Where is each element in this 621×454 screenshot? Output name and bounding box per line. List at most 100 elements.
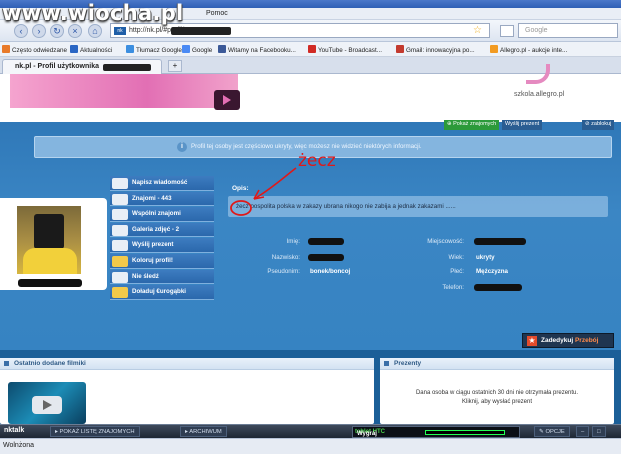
search-input[interactable]: Google <box>518 23 618 38</box>
ad-banner-link[interactable]: szkola.allegro.pl <box>514 91 564 98</box>
minimize-icon[interactable]: – <box>576 426 590 437</box>
promo-banner[interactable]: Wygraj tablet HTC <box>352 426 520 438</box>
restore-icon[interactable]: □ <box>592 426 606 437</box>
google-bookmark-icon <box>182 45 190 53</box>
field-label-phone: Telefon: <box>442 284 464 291</box>
videos-panel: Ostatnio dodane filmiki <box>0 358 374 424</box>
google-icon[interactable] <box>500 25 514 37</box>
gifts-title: Prezenty <box>394 360 422 367</box>
star-icon[interactable]: ☆ <box>473 25 482 36</box>
send-gift-label: Wyślij prezent <box>505 121 540 127</box>
new-tab-button[interactable]: + <box>168 60 182 72</box>
videos-title: Ostatnio dodane filmiki <box>14 360 86 367</box>
menu-color-profile[interactable]: Koloruj profil! <box>110 254 214 269</box>
star-burst-icon: ★ <box>527 336 537 346</box>
home-icon[interactable]: ⌂ <box>88 24 102 38</box>
field-label-gender: Płeć: <box>450 268 464 275</box>
bookmark-item[interactable]: Allegro.pl - aukcje inte... <box>490 45 567 54</box>
avatar-face-redaction <box>34 214 64 249</box>
play-icon[interactable] <box>214 90 240 110</box>
avatar-body <box>23 248 77 274</box>
menu-gallery[interactable]: Galeria zdjęć - 2 <box>110 222 214 238</box>
gifts-header: Prezenty <box>380 358 614 370</box>
stop-icon[interactable]: × <box>68 24 82 38</box>
send-gift-link-text[interactable]: Kliknij, aby wysłać prezent <box>380 399 614 405</box>
play-icon[interactable] <box>32 396 62 414</box>
bullet-icon <box>4 361 9 366</box>
bullet-icon <box>384 361 389 366</box>
tab-title-redaction <box>103 64 151 71</box>
field-label-first-name: Imię: <box>286 238 300 245</box>
archive-button[interactable]: ▸ ARCHIWUM <box>180 426 227 437</box>
bookmark-label: Witamy na Facebooku... <box>228 47 296 54</box>
bookmark-item[interactable]: Aktualności <box>70 45 112 54</box>
promo-text: Wygraj tablet HTC <box>355 429 385 437</box>
status-text: Wolnżona <box>3 442 35 449</box>
show-friends-list-button[interactable]: ▸ POKAŻ LISTĘ ZNAJOMYCH <box>50 426 140 437</box>
videos-header: Ostatnio dodane filmiki <box>0 358 374 370</box>
options-button[interactable]: ✎ OPCJE <box>534 426 570 437</box>
forward-icon[interactable]: › <box>32 24 46 38</box>
show-friends-link[interactable]: ⊕ Pokaż znajomych <box>444 120 500 130</box>
bookmark-item[interactable]: Witamy na Facebooku... <box>218 45 296 54</box>
send-gift-link[interactable]: Wyślij prezent <box>502 120 543 130</box>
bookmark-item[interactable]: YouTube - Broadcast... <box>308 45 382 54</box>
tab-profile[interactable]: nk.pl - Profil użytkownika <box>2 59 162 74</box>
menu-item-label: Galeria zdjęć - 2 <box>132 225 180 233</box>
menu-send-message[interactable]: Napisz wiadomość <box>110 176 214 191</box>
bookmark-item[interactable]: Tłumacz Google <box>126 45 182 54</box>
show-friends-list-label: POKAŻ LISTĘ ZNAJOMYCH <box>59 429 135 435</box>
dedicate-song-button[interactable]: ★ Zadedykuj Przebój <box>522 333 614 348</box>
menu-item-label: Znajomi - 443 <box>132 194 172 202</box>
menu-item-label: Wyślij prezent <box>132 241 174 249</box>
rss-icon <box>70 45 78 53</box>
gifts-panel: Prezenty Dana osoba w ciągu ostatnich 30… <box>380 358 614 424</box>
profile-action-bar: ⊕ Pokaż znajomych Wyślij prezent ⊘ zablo… <box>444 120 619 131</box>
back-icon[interactable]: ‹ <box>14 24 28 38</box>
description-text: żecz pospolita polska w zakazy ubrana ni… <box>236 203 456 210</box>
bookmark-label: Często odwiedzane <box>12 47 67 54</box>
menu-item-label: Wspólni znajomi <box>132 210 181 218</box>
bookmark-item[interactable]: Często odwiedzane <box>2 45 67 54</box>
menu-item-label: Doładuj €urogąbki <box>132 288 186 296</box>
menu-send-gift[interactable]: Wyślij prezent <box>110 238 214 253</box>
bookmark-label: Allegro.pl - aukcje inte... <box>500 47 568 54</box>
friends-icon <box>112 193 128 205</box>
allegro-icon <box>490 45 498 53</box>
block-link[interactable]: ⊘ zablokuj <box>582 120 615 130</box>
gifts-empty-text: Dana osoba w ciągu ostatnich 30 dni nie … <box>415 390 579 396</box>
tab-title: nk.pl - Profil użytkownika <box>15 63 100 70</box>
menu-mutual-friends[interactable]: Wspólni znajomi <box>110 207 214 222</box>
block-label: zablokuj <box>591 121 612 127</box>
reload-icon[interactable]: ↻ <box>50 24 64 38</box>
menu-item-label: Nie śledź <box>132 272 159 280</box>
promo-redaction <box>425 430 505 435</box>
last-name-redaction <box>308 254 344 261</box>
description-label: Opis: <box>232 185 249 192</box>
field-label-last-name: Nazwisko: <box>271 254 300 261</box>
first-name-redaction <box>308 238 344 245</box>
menu-help[interactable]: Pomoc <box>206 10 228 17</box>
bookmark-item[interactable]: Gmail: innowacyjna po... <box>396 45 475 54</box>
nktalk-logo[interactable]: nktalk <box>4 427 24 434</box>
city-redaction <box>474 238 526 245</box>
description-box: żecz pospolita polska w zakazy ubrana ni… <box>228 196 608 217</box>
palette-icon <box>112 256 128 267</box>
avatar[interactable] <box>17 206 81 274</box>
ad-banner-image <box>10 74 238 108</box>
annotation-text: żecz <box>298 151 336 171</box>
menu-unfollow[interactable]: Nie śledź <box>110 269 214 285</box>
field-label-nickname: Pseudonim: <box>267 268 300 275</box>
menu-friends[interactable]: Znajomi - 443 <box>110 191 214 207</box>
facebook-icon <box>218 45 226 53</box>
nktalk-bar: nktalk ▸ POKAŻ LISTĘ ZNAJOMYCH ▸ ARCHIWU… <box>0 424 621 438</box>
video-thumbnail[interactable] <box>8 382 86 424</box>
youtube-icon <box>308 45 316 53</box>
field-value-nickname: bonek/boncoj <box>310 268 351 275</box>
bookmark-item[interactable]: Google <box>182 45 212 54</box>
unfollow-icon <box>112 271 128 283</box>
menu-top-up-coins[interactable]: Doładuj €urogąbki <box>110 285 214 300</box>
search-placeholder: Google <box>525 27 548 34</box>
bookmark-label: Aktualności <box>80 47 113 54</box>
gallery-icon <box>112 224 128 236</box>
